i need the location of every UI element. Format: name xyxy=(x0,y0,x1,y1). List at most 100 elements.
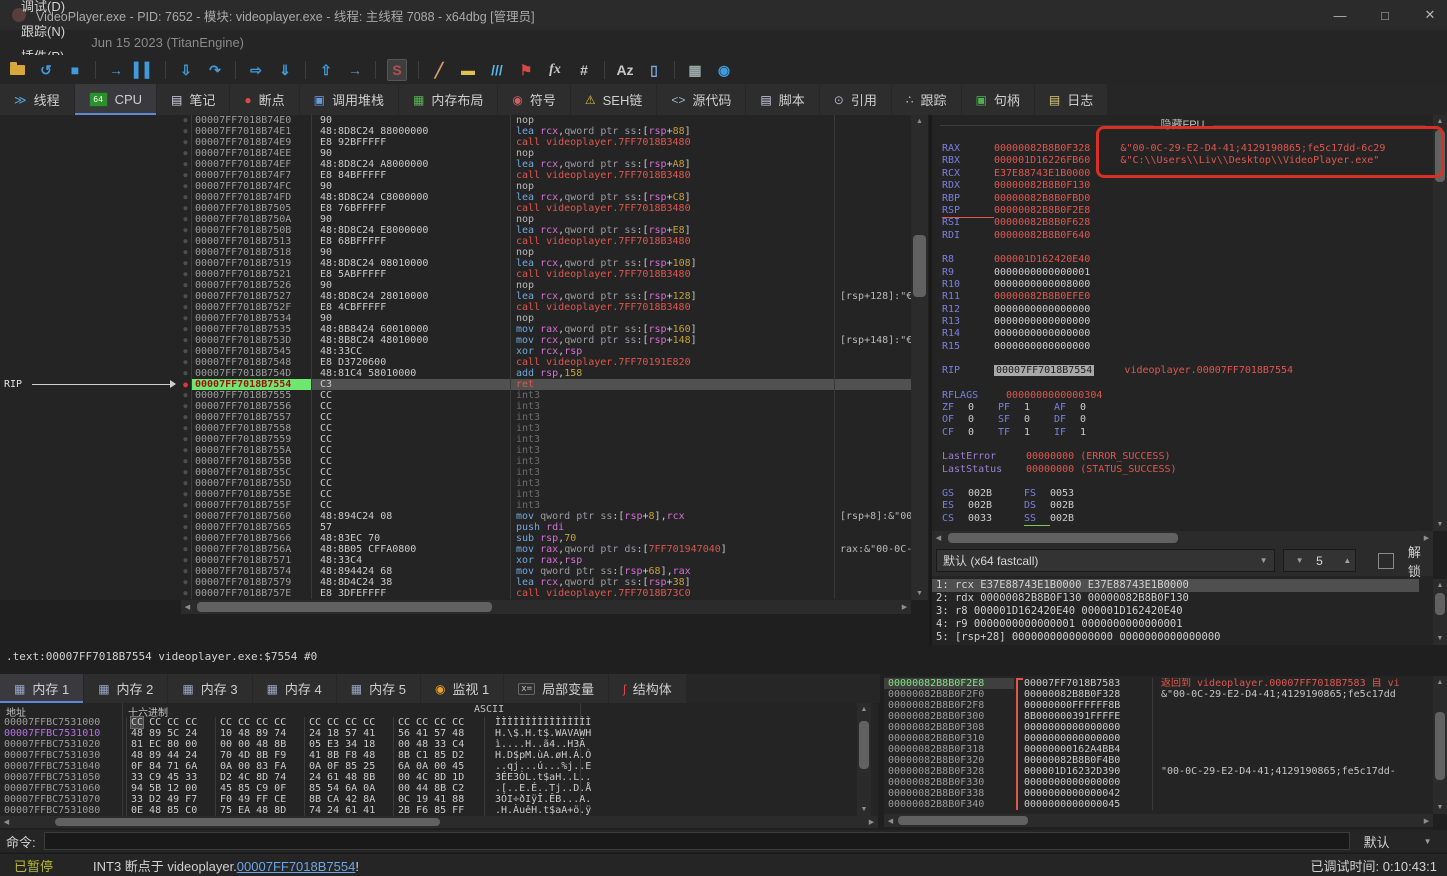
dump-vscrollbar[interactable]: ▲ ▼ xyxy=(857,703,871,816)
register-line[interactable]: R130000000000000000 xyxy=(942,316,1385,328)
argument-row[interactable]: 2: rdx 00000082B8B0F130 00000082B8B0F130 xyxy=(932,592,1419,605)
register-line[interactable]: CS0033SS002B xyxy=(942,513,1385,525)
disasm-row[interactable]: ●00007FF7018B7558CCint3 xyxy=(180,423,911,434)
register-line[interactable]: R100000000000008000 xyxy=(942,279,1385,291)
row-dot-icon[interactable]: ● xyxy=(180,258,191,269)
disasm-row[interactable]: ●00007FF7018B755FCCint3 xyxy=(180,500,911,511)
tab-locals[interactable]: x=局部变量 xyxy=(504,674,608,703)
disasm-row[interactable]: ●00007FF7018B7548E8 D3720600call videopl… xyxy=(180,357,911,368)
disasm-row[interactable]: ●00007FF7018B750B48:8D8C24 E8000000lea r… xyxy=(180,225,911,236)
scroll-down-icon[interactable]: ▼ xyxy=(911,587,928,600)
row-dot-icon[interactable]: ● xyxy=(180,313,191,324)
row-dot-icon[interactable]: ● xyxy=(180,423,191,434)
tab-memory-1[interactable]: ▦内存 1 xyxy=(0,674,83,703)
row-dot-icon[interactable]: ● xyxy=(180,126,191,137)
register-line[interactable]: RCXE37E88743E1B0000 xyxy=(942,168,1385,180)
scroll-down-icon[interactable]: ▼ xyxy=(1433,518,1447,531)
register-line[interactable]: CF0TF1IF1 xyxy=(942,427,1385,439)
register-line[interactable]: RSI00000082B8B0F628 xyxy=(942,217,1385,229)
scroll-left-icon[interactable]: ◀ xyxy=(884,814,897,827)
source-mode-icon[interactable]: S xyxy=(387,59,407,81)
hide-fpu-button[interactable]: 隐藏FPU xyxy=(1153,116,1213,132)
disassembly-vscrollbar[interactable]: ▲ ▼ xyxy=(911,115,928,600)
row-dot-icon[interactable]: ● xyxy=(180,346,191,357)
row-dot-icon[interactable]: ● xyxy=(180,588,191,599)
row-dot-icon[interactable]: ● xyxy=(180,203,191,214)
disasm-row[interactable]: ●00007FF7018B757148:33C4xor rax,rsp xyxy=(180,555,911,566)
disassembly-hscrollbar[interactable]: ◀ ▶ xyxy=(181,600,911,614)
row-dot-icon[interactable]: ● xyxy=(180,566,191,577)
disasm-row[interactable]: ●00007FF7018B7557CCint3 xyxy=(180,412,911,423)
disasm-row[interactable]: ●00007FF7018B74FC90nop xyxy=(180,181,911,192)
stack-vscrollbar[interactable]: ▲ ▼ xyxy=(1433,676,1447,814)
scroll-up-icon[interactable]: ▲ xyxy=(857,703,871,716)
tab-call-stack[interactable]: ▣调用堆栈 xyxy=(300,84,398,115)
register-line[interactable]: OF0SF0DF0 xyxy=(942,414,1385,426)
disasm-row[interactable]: ●00007FF7018B756048:894C24 08mov qword p… xyxy=(180,511,911,522)
tab-memory-3[interactable]: ▦内存 3 xyxy=(168,674,251,703)
disasm-row[interactable]: ●00007FF7018B753490nop xyxy=(180,313,911,324)
run-to-user-code-icon[interactable]: → xyxy=(346,60,364,80)
disasm-row[interactable]: ●00007FF7018B752690nop xyxy=(180,280,911,291)
dump-row[interactable]: 00007FFBC753103048 89 44 2470 4D 8B F941… xyxy=(0,750,591,761)
argument-row[interactable]: 4: r9 0000000000000001 0000000000000001 xyxy=(932,618,1419,631)
open-file-icon[interactable] xyxy=(8,60,26,80)
register-line[interactable]: RBX000001D16226FB60 &"C:\\Users\\Liv\\De… xyxy=(942,155,1385,167)
disasm-row[interactable]: ●00007FF7018B74EF48:8D8C24 A8000000lea r… xyxy=(180,159,911,170)
row-dot-icon[interactable]: ● xyxy=(180,445,191,456)
register-line[interactable]: R1100000082B8B0EFE0 xyxy=(942,291,1385,303)
disasm-row-rip[interactable]: ●00007FF7018B7554C3ret xyxy=(180,379,911,390)
menu-item-2[interactable]: 调试(D) xyxy=(10,0,83,18)
argument-row[interactable]: 1: rcx E37E88743E1B0000 E37E88743E1B0000 xyxy=(932,579,1419,592)
disasm-row[interactable]: ●00007FF7018B7559CCint3 xyxy=(180,434,911,445)
stack-row[interactable]: 00000082B8B0F3008B000000391FFFFE xyxy=(884,711,1161,722)
disasm-row[interactable]: ●00007FF7018B755ACCint3 xyxy=(180,445,911,456)
command-profile-select[interactable]: 默认 ▼ xyxy=(1364,832,1432,851)
stack-row[interactable]: 00000082B8B0F3100000000000000000 xyxy=(884,733,1161,744)
tab-memory-2[interactable]: ▦内存 2 xyxy=(84,674,167,703)
disasm-row[interactable]: ●00007FF7018B750A90nop xyxy=(180,214,911,225)
tab-source[interactable]: <>源代码 xyxy=(657,84,745,115)
stack-row[interactable]: 00000082B8B0F2F800000000FFFFFF8B xyxy=(884,700,1161,711)
disasm-row[interactable]: ●00007FF7018B7555CCint3 xyxy=(180,390,911,401)
disasm-row[interactable]: ●00007FF7018B755DCCint3 xyxy=(180,478,911,489)
scroll-up-icon[interactable]: ▲ xyxy=(1433,115,1447,128)
run-trace-icon[interactable]: ⇨ xyxy=(247,60,265,80)
dump-row[interactable]: 00007FFBC753105033 C9 45 33D2 4C 8D 7424… xyxy=(0,772,591,783)
restart-icon[interactable]: ↺ xyxy=(37,60,55,80)
disasm-row[interactable]: ●00007FF7018B754D48:81C4 58010000add rsp… xyxy=(180,368,911,379)
calling-convention-select[interactable]: 默认 (x64 fastcall)▼ xyxy=(936,549,1275,572)
run-icon[interactable]: → xyxy=(107,60,125,80)
stack-row[interactable]: 00000082B8B0F32000000082B8B0F4B0 xyxy=(884,755,1161,766)
stack-row[interactable]: 00000082B8B0F328000001D16232D390"00-0C-2… xyxy=(884,766,1396,777)
command-input[interactable] xyxy=(44,832,1350,850)
disasm-row[interactable]: ●00007FF7018B752748:8D8C24 28010000lea r… xyxy=(180,291,911,302)
row-dot-icon[interactable]: ● xyxy=(180,456,191,467)
disasm-row[interactable]: ●00007FF7018B756A48:8B05 CFFA0800mov rax… xyxy=(180,544,911,555)
pause-icon[interactable]: ▍▍ xyxy=(136,60,154,80)
scroll-down-icon[interactable]: ▼ xyxy=(857,803,871,816)
scroll-down-icon[interactable]: ▼ xyxy=(1433,632,1447,645)
dump-hscrollbar[interactable]: ◀ ▶ xyxy=(0,816,878,828)
disasm-row[interactable]: ●00007FF7018B74E9E8 92BFFFFFcall videopl… xyxy=(180,137,911,148)
calculator-icon[interactable]: ▦ xyxy=(686,60,704,80)
row-dot-icon[interactable]: ● xyxy=(180,467,191,478)
disasm-row[interactable]: ●00007FF7018B751948:8D8C24 08010000lea r… xyxy=(180,258,911,269)
case-icon[interactable]: Az xyxy=(616,60,634,80)
register-line[interactable]: R120000000000000000 xyxy=(942,304,1385,316)
row-dot-icon[interactable]: ● xyxy=(180,368,191,379)
row-dot-icon[interactable]: ● xyxy=(180,412,191,423)
row-dot-icon[interactable]: ● xyxy=(180,269,191,280)
row-dot-icon[interactable]: ● xyxy=(180,434,191,445)
register-line[interactable]: ZF0PF1AF0 xyxy=(942,402,1385,414)
disasm-row[interactable]: ●00007FF7018B756557push rdi xyxy=(180,522,911,533)
scroll-right-icon[interactable]: ▶ xyxy=(1420,814,1433,827)
tab-memory-map[interactable]: ▦内存布局 xyxy=(399,84,497,115)
close-button[interactable]: ✕ xyxy=(1408,0,1447,30)
registers-vscrollbar[interactable]: ▲ ▼ xyxy=(1433,115,1447,531)
tab-struct[interactable]: ʃ结构体 xyxy=(609,674,686,703)
row-dot-icon[interactable]: ● xyxy=(180,236,191,247)
tab-cpu[interactable]: 64CPU xyxy=(75,84,156,115)
argument-count-spinner[interactable]: ▼ 5 ▲ xyxy=(1283,549,1357,572)
scroll-left-icon[interactable]: ◀ xyxy=(181,600,194,614)
